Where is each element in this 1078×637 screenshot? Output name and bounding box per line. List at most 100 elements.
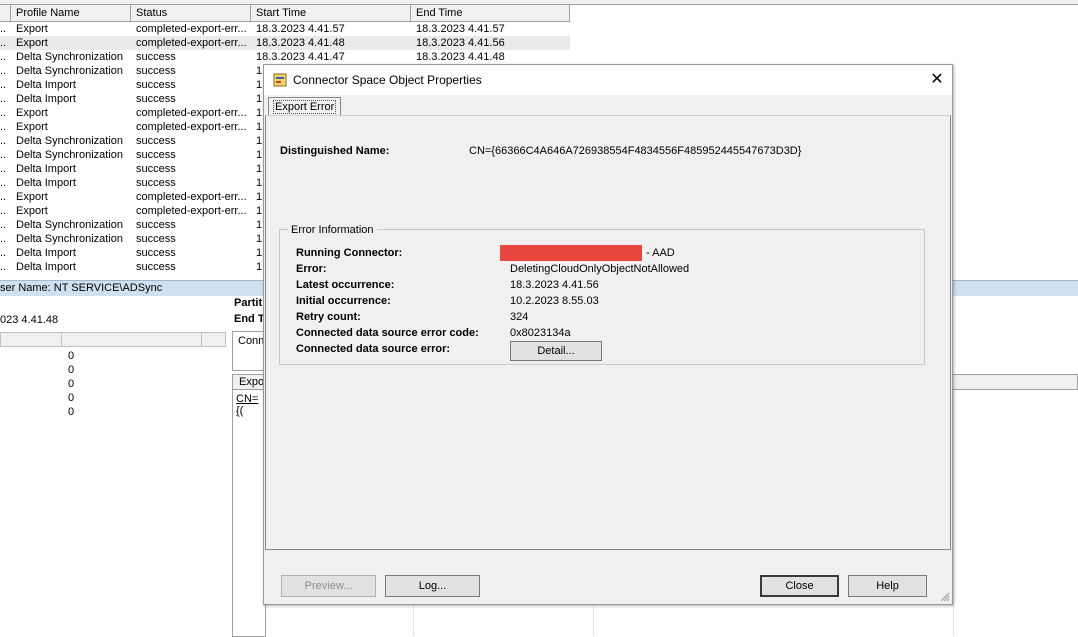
cell-profile: Delta Synchronization — [16, 233, 124, 245]
cell-profile: Delta Synchronization — [16, 219, 124, 231]
preview-button[interactable]: Preview... — [281, 575, 376, 597]
stats-grid-header — [0, 332, 226, 347]
cell-start: 18.3.2023 4.41.57 — [256, 23, 345, 35]
error-label: Error: — [296, 263, 327, 275]
tab-export-error[interactable]: Export Error — [268, 97, 342, 116]
row-marker: .. — [0, 65, 7, 77]
properties-icon — [273, 73, 287, 87]
cell-start: 18.3.2023 4.41.47 — [256, 51, 345, 63]
header-spacer — [0, 5, 11, 21]
header-profile-name[interactable]: Profile Name — [11, 5, 131, 21]
cell-profile: Delta Import — [16, 93, 76, 105]
cell-profile: Delta Import — [16, 261, 76, 273]
error-code-label: Connected data source error code: — [296, 327, 479, 339]
export-errors-list: CN={( — [232, 390, 266, 637]
close-icon[interactable]: ✕ — [924, 68, 950, 92]
redaction-bar — [500, 245, 642, 261]
cell-profile: Delta Import — [16, 79, 76, 91]
partition-label: Partit — [234, 297, 263, 309]
cn-link[interactable]: CN={( — [236, 393, 265, 417]
row-marker: .. — [0, 135, 7, 147]
cell-start: 18.3.2023 4.41.48 — [256, 37, 345, 49]
running-connector-value: - AAD — [646, 247, 675, 259]
cell-profile: Delta Synchronization — [16, 51, 124, 63]
row-marker: .. — [0, 205, 7, 217]
cell-status: completed-export-err... — [136, 107, 246, 119]
row-marker: .. — [0, 93, 7, 105]
cell-status: completed-export-err... — [136, 121, 246, 133]
row-marker: .. — [0, 219, 7, 231]
cell-status: success — [136, 219, 176, 231]
user-name-text: ser Name: NT SERVICE\ADSync — [0, 282, 163, 294]
error-group-title: Error Information — [288, 224, 377, 236]
dn-value: CN={66366C4A646A726938554F4834556F485952… — [469, 145, 802, 157]
close-button[interactable]: Close — [760, 575, 839, 597]
stat-value: 0 — [68, 350, 75, 362]
cell-profile: Export — [16, 23, 48, 35]
table-row[interactable]: .. Export completed-export-err... 18.3.2023… — [0, 22, 570, 36]
cell-profile: Export — [16, 205, 48, 217]
header-status[interactable]: Status — [131, 5, 251, 21]
cell-status: success — [136, 247, 176, 259]
row-marker: .. — [0, 121, 7, 133]
initial-occurrence-label: Initial occurrence: — [296, 295, 391, 307]
cell-profile: Export — [16, 191, 48, 203]
log-button[interactable]: Log... — [385, 575, 480, 597]
cell-status: completed-export-err... — [136, 205, 246, 217]
cds-error-label: Connected data source error: — [296, 343, 451, 355]
row-marker: .. — [0, 79, 7, 91]
cell-status: success — [136, 65, 176, 77]
header-start-time[interactable]: Start Time — [251, 5, 411, 21]
detail-button[interactable]: Detail... — [510, 341, 602, 361]
latest-occurrence-label: Latest occurrence: — [296, 279, 395, 291]
cell-status: success — [136, 177, 176, 189]
row-marker: .. — [0, 149, 7, 161]
row-marker: .. — [0, 233, 7, 245]
cell-status: success — [136, 51, 176, 63]
error-code-value: 0x8023134a — [510, 327, 571, 339]
grid-line — [953, 390, 954, 636]
end-time-label: End T — [234, 313, 265, 325]
cell-profile: Delta Synchronization — [16, 149, 124, 161]
initial-occurrence-value: 10.2.2023 8.55.03 — [510, 295, 599, 307]
dialog-title: Connector Space Object Properties — [293, 73, 482, 87]
cell-profile: Export — [16, 37, 48, 49]
stat-value: 0 — [68, 406, 75, 418]
row-marker: .. — [0, 107, 7, 119]
help-button[interactable]: Help — [848, 575, 927, 597]
stat-value: 0 — [68, 364, 75, 376]
connector-space-dialog: Connector Space Object Properties ✕ Expo… — [263, 64, 953, 605]
dialog-titlebar[interactable]: Connector Space Object Properties ✕ — [264, 65, 952, 95]
cell-status: success — [136, 149, 176, 161]
end-time-value: 023 4.41.48 — [0, 314, 59, 326]
running-connector-label: Running Connector: — [296, 247, 403, 259]
cell-profile: Delta Synchronization — [16, 135, 124, 147]
retry-count-label: Retry count: — [296, 311, 361, 323]
table-row[interactable]: .. Export completed-export-err... 18.3.2023… — [0, 36, 570, 50]
cell-end: 18.3.2023 4.41.56 — [416, 37, 505, 49]
latest-occurrence-value: 18.3.2023 4.41.56 — [510, 279, 599, 291]
row-marker: .. — [0, 37, 7, 49]
grid-line — [413, 605, 414, 636]
cell-status: success — [136, 163, 176, 175]
row-marker: .. — [0, 191, 7, 203]
cell-profile: Delta Synchronization — [16, 65, 124, 77]
cell-status: success — [136, 93, 176, 105]
connection-label: Conn — [238, 335, 265, 347]
cell-status: completed-export-err... — [136, 37, 246, 49]
cell-profile: Export — [16, 121, 48, 133]
cell-status: success — [136, 233, 176, 245]
row-marker: .. — [0, 247, 7, 259]
cell-profile: Delta Import — [16, 177, 76, 189]
table-row[interactable]: .. Delta Synchronization success 18.3.2023 … — [0, 50, 570, 64]
run-history-header: Profile Name Status Start Time End Time — [0, 5, 570, 22]
header-end-time[interactable]: End Time — [411, 5, 570, 21]
cell-end: 18.3.2023 4.41.48 — [416, 51, 505, 63]
row-marker: .. — [0, 177, 7, 189]
error-value: DeletingCloudOnlyObjectNotAllowed — [510, 263, 690, 275]
row-marker: .. — [0, 261, 7, 273]
cell-profile: Delta Import — [16, 163, 76, 175]
row-marker: .. — [0, 23, 7, 35]
dn-label: Distinguished Name: — [280, 145, 390, 157]
resize-grip-icon[interactable] — [940, 592, 950, 602]
